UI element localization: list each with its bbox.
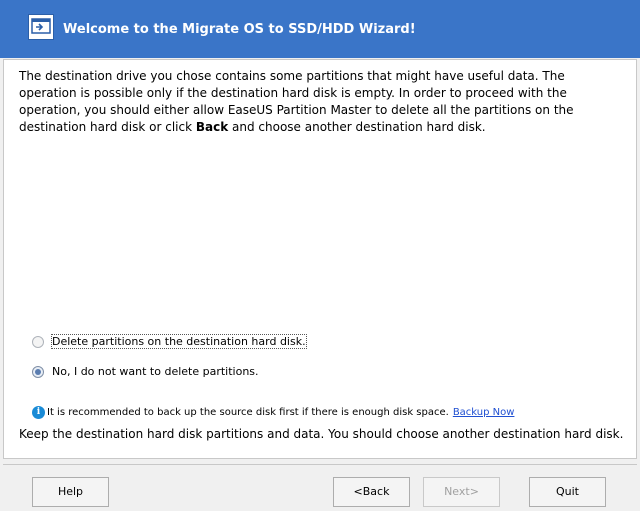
back-button[interactable]: <Back [333,477,410,507]
description-back-word: Back [195,120,229,134]
info-row: i It is recommended to back up the sourc… [32,406,514,419]
description-text: The destination drive you chose contains… [19,68,619,136]
keep-partitions-text: Keep the destination hard disk partition… [19,427,624,441]
radio-delete-partitions[interactable] [32,335,44,348]
info-text: It is recommended to back up the source … [47,407,449,418]
wizard-window-icon [28,14,54,40]
quit-button[interactable]: Quit [529,477,606,507]
content-panel: The destination drive you chose contains… [3,59,637,459]
option-delete-label[interactable]: Delete partitions on the destination har… [51,334,307,349]
wizard-header: Welcome to the Migrate OS to SSD/HDD Wiz… [0,0,640,58]
option-keep-label[interactable]: No, I do not want to delete partitions. [52,365,259,378]
option-keep-partitions[interactable]: No, I do not want to delete partitions. [32,365,259,378]
wizard-footer: Help <Back Next> Quit [3,464,637,511]
help-button[interactable]: Help [32,477,109,507]
description-part-2: and choose another destination hard disk… [228,120,486,134]
radio-keep-partitions[interactable] [32,365,44,378]
backup-now-link[interactable]: Backup Now [453,407,515,418]
next-button[interactable]: Next> [423,477,500,507]
wizard-title: Welcome to the Migrate OS to SSD/HDD Wiz… [63,22,416,37]
option-delete-partitions[interactable]: Delete partitions on the destination har… [32,334,307,349]
info-icon: i [32,406,45,419]
